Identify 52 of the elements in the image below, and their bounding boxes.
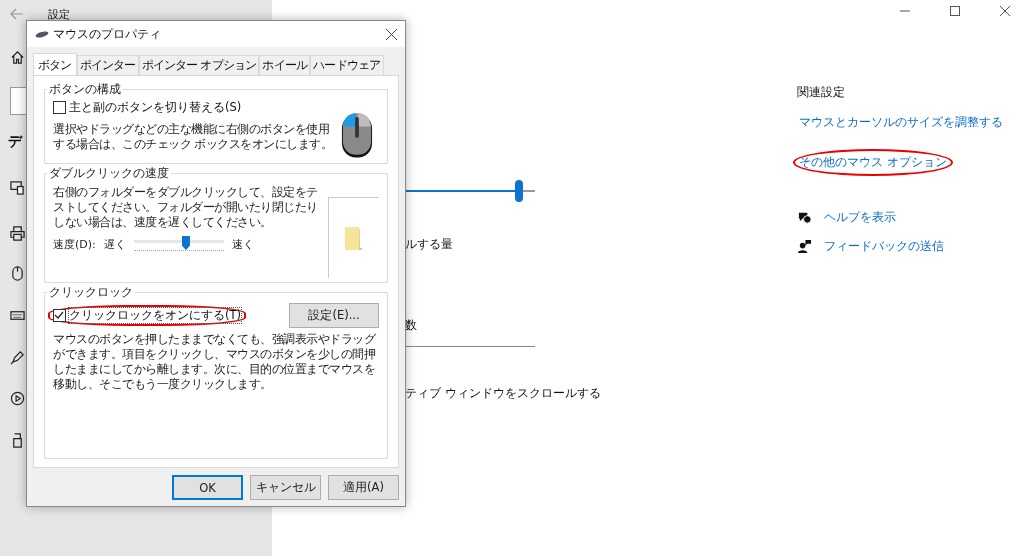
checkbox-label[interactable]: クリックロックをオンにする(T) <box>48 305 246 326</box>
tab[interactable]: ポインター オプション <box>138 55 260 75</box>
app-title: 設定 <box>48 6 70 22</box>
fast-label: 速く <box>231 236 254 252</box>
device-icon[interactable] <box>10 180 25 195</box>
home-icon[interactable] <box>10 50 25 65</box>
group-label: クリックロック <box>48 285 134 300</box>
slider-label: 速度(D): <box>53 236 96 252</box>
sidebar-heading: デ <box>8 133 22 151</box>
section-heading: 関連設定 <box>797 84 846 101</box>
mouse-icon <box>35 30 49 38</box>
setting-label: 数 <box>405 317 418 334</box>
tab[interactable]: ホイール <box>259 55 311 75</box>
slider-thumb[interactable] <box>181 236 190 250</box>
mouse-icon[interactable] <box>10 266 25 281</box>
printer-icon[interactable] <box>10 226 25 241</box>
tab[interactable]: ポインター <box>76 55 139 75</box>
dialog-title: マウスのプロパティ <box>53 25 162 43</box>
help-link[interactable]: ヘルプを表示 <box>824 209 896 226</box>
checkbox[interactable] <box>53 309 66 322</box>
slider-thumb[interactable] <box>515 180 524 202</box>
tab[interactable]: ボタン <box>33 53 77 75</box>
checkbox[interactable] <box>53 101 66 114</box>
close-icon[interactable] <box>386 28 397 40</box>
settings-link[interactable]: その他のマウス オプション <box>793 149 953 176</box>
keyboard-icon[interactable] <box>10 308 25 323</box>
group-label: ボタンの構成 <box>48 82 122 97</box>
help-link[interactable]: フィードバックの送信 <box>824 238 944 255</box>
description-text: 選択やドラッグなどの主な機能に右側のボタンを使用する場合は、このチェック ボックスをオンにします。 <box>53 122 334 152</box>
settings-button[interactable]: 設定(E)... <box>289 303 379 328</box>
settings-link[interactable]: マウスとカーソルのサイズを調整する <box>793 109 1009 136</box>
close-icon[interactable] <box>1000 6 1010 16</box>
pen-icon[interactable] <box>10 350 25 365</box>
description-text: 右側のフォルダーをダブルクリックして、設定をテストしてください。フォルダーが開いたり閉じたりしない場合は、速度を遅くしてください。 <box>53 185 318 230</box>
dialog-button[interactable]: 適用(A) <box>328 475 399 500</box>
setting-label: ルする量 <box>405 236 454 253</box>
setting-label: ティブ ウィンドウをスクロールする <box>405 385 601 402</box>
group-label: ダブルクリックの速度 <box>48 166 170 181</box>
checkbox-text: クリックロックをオンにする(T) <box>69 308 241 323</box>
maximize-icon[interactable] <box>950 6 960 16</box>
slider-track[interactable] <box>405 180 535 202</box>
checkbox-text: 主と副のボタンを切り替える(S) <box>69 100 242 115</box>
slider-track[interactable] <box>133 236 224 252</box>
mouse-drawing <box>341 111 373 159</box>
play-icon[interactable] <box>10 391 25 406</box>
slow-label: 遅く <box>103 236 126 252</box>
description-text: マウスのボタンを押したままでなくても、強調表示やドラッグができます。項目をクリックし、マウスのボタンを少しの間押したままにしてから離します。次に、目的の位置までマウスを移動し、そこでもう一度クリックします。 <box>53 332 377 392</box>
person-feedback-icon <box>797 239 812 254</box>
tab[interactable]: ハードウェア <box>310 55 384 75</box>
checkbox-label[interactable]: 主と副のボタンを切り替える(S) <box>48 97 247 118</box>
dialog-button[interactable]: キャンセル <box>250 475 321 500</box>
dialog-button[interactable]: OK <box>172 475 243 500</box>
